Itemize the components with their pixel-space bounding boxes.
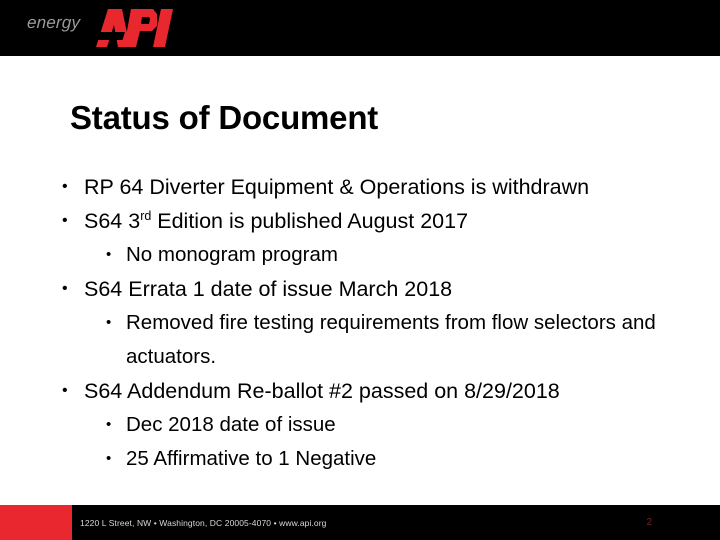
bullet-item: • Removed fire testing requirements from… xyxy=(106,306,662,374)
bullet-marker: • xyxy=(62,178,68,195)
bullet-marker: • xyxy=(106,246,112,263)
bullet-item: • Dec 2018 date of issue xyxy=(106,408,662,442)
bullet-marker: • xyxy=(106,450,112,467)
logo-energy-word: energy xyxy=(26,13,81,32)
bullet-item: • S64 3rd Edition is published August 20… xyxy=(62,204,662,238)
bullet-marker: • xyxy=(62,280,68,297)
bullet-text: No monogram program xyxy=(126,243,338,266)
ordinal-suffix: rd xyxy=(140,208,152,223)
bullet-text-before: S64 3 xyxy=(84,209,141,233)
footer-address: 1220 L Street, NW • Washington, DC 20005… xyxy=(80,517,327,528)
bullet-item: • S64 Errata 1 date of issue March 2018 xyxy=(62,272,662,306)
bullet-text: S64 Errata 1 date of issue March 2018 xyxy=(84,277,453,301)
bullet-text: RP 64 Diverter Equipment & Operations is… xyxy=(84,175,590,199)
bullet-text-after: Edition is published August 2017 xyxy=(151,209,469,233)
bullet-text: Dec 2018 date of issue xyxy=(126,413,336,436)
footer-accent-bar xyxy=(0,505,72,540)
bullet-text: Removed fire testing requirements from f… xyxy=(126,311,656,368)
slide-number: 2 xyxy=(646,517,652,528)
page-title: Status of Document xyxy=(70,99,379,136)
bullet-list: • RP 64 Diverter Equipment & Operations … xyxy=(62,170,662,476)
bullet-item: • S64 Addendum Re-ballot #2 passed on 8/… xyxy=(62,374,662,408)
bullet-item: • RP 64 Diverter Equipment & Operations … xyxy=(62,170,662,204)
bullet-text: S64 Addendum Re-ballot #2 passed on 8/29… xyxy=(84,379,560,403)
api-energy-logo: energy xyxy=(27,6,176,50)
bullet-marker: • xyxy=(106,416,112,433)
api-logo-icon xyxy=(78,6,176,50)
bullet-marker: • xyxy=(62,382,68,399)
header-band: energy xyxy=(0,0,720,56)
bullet-text: 25 Affirmative to 1 Negative xyxy=(126,447,377,470)
slide: energy Status of Document • RP 64 Divert… xyxy=(0,0,720,540)
bullet-marker: • xyxy=(62,212,68,229)
bullet-marker: • xyxy=(106,314,112,331)
bullet-item: • No monogram program xyxy=(106,238,662,272)
bullet-text: S64 3rd Edition is published August 2017 xyxy=(84,204,662,238)
bullet-item: • 25 Affirmative to 1 Negative xyxy=(106,442,662,476)
